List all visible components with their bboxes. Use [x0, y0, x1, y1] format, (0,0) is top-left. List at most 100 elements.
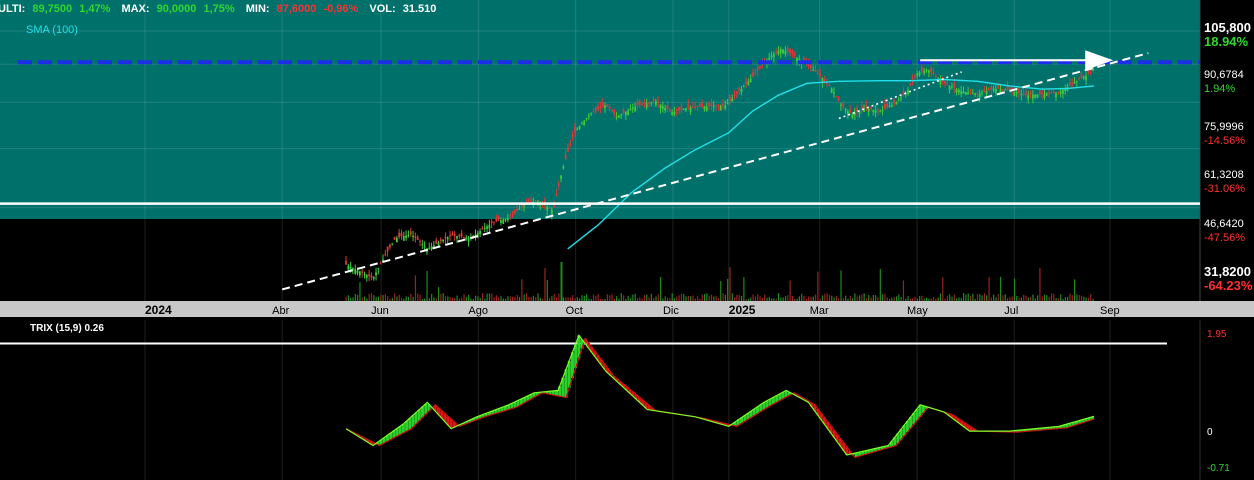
volume-bar	[629, 298, 632, 301]
candle-body	[731, 98, 734, 102]
candle-body	[592, 111, 595, 113]
volume-bar	[988, 277, 990, 301]
volume-bar	[787, 295, 789, 301]
volume-bar	[509, 296, 511, 301]
volume-bar	[1018, 297, 1020, 301]
volume-bar	[414, 275, 417, 301]
volume-bar	[579, 298, 581, 301]
volume-bar	[657, 294, 659, 301]
candle-body	[1057, 91, 1060, 93]
volume-bar	[814, 294, 817, 301]
volume-bar	[493, 297, 495, 301]
candle-body	[918, 72, 921, 76]
volume-bar	[1023, 294, 1025, 301]
price-tick-pct: 1.94%	[1204, 83, 1235, 95]
volume-bar	[417, 293, 419, 301]
candle-body	[606, 104, 609, 107]
volume-bar	[879, 269, 881, 301]
volume-bar	[1080, 295, 1083, 301]
volume-bar	[616, 296, 618, 301]
candle-body	[902, 91, 905, 96]
candle-body	[874, 110, 877, 113]
volume-bar	[678, 295, 680, 301]
candle-body	[419, 241, 421, 243]
date-tick-label: 2025	[729, 303, 756, 317]
volume-bar	[932, 297, 935, 301]
volume-bar	[740, 296, 743, 301]
volume-bar	[463, 294, 465, 301]
volume-bar	[470, 298, 472, 301]
candle-body	[527, 199, 530, 203]
volume-bar	[1048, 296, 1050, 301]
candle-body	[976, 93, 979, 95]
candle-body	[497, 216, 500, 221]
candle-body	[747, 81, 750, 86]
candle-body	[488, 224, 491, 229]
volume-bar	[398, 294, 400, 301]
candle-body	[587, 115, 590, 117]
date-tick-label: Abr	[272, 305, 289, 317]
date-tick-label: May	[907, 305, 928, 317]
volume-bar	[976, 294, 979, 301]
volume-bar	[967, 293, 969, 301]
candle-body	[594, 107, 597, 111]
candle-body	[423, 246, 426, 248]
volume-bar	[1002, 295, 1004, 301]
candle-body	[645, 103, 648, 108]
volume-bar	[826, 293, 828, 301]
candle-body	[428, 247, 431, 249]
candle-body	[883, 103, 886, 109]
candle-body	[537, 200, 539, 202]
candle-body	[833, 92, 835, 94]
candle-body	[585, 117, 588, 119]
volume-bar	[602, 298, 604, 301]
volume-bar	[877, 297, 879, 301]
volume-bar	[511, 296, 514, 301]
price-tick-label: 46,6420	[1204, 218, 1244, 230]
price-tick-pct: -14.56%	[1204, 135, 1245, 147]
volume-bar	[1076, 294, 1078, 301]
volume-bar	[576, 297, 578, 301]
candle-body	[680, 106, 683, 110]
date-tick-label: Sep	[1100, 305, 1120, 317]
volume-bar	[581, 295, 583, 301]
volume-bar	[724, 294, 726, 301]
volume-bar	[1025, 295, 1027, 301]
candle-body	[379, 263, 382, 265]
volume-bar	[849, 295, 851, 301]
candle-body	[920, 67, 923, 72]
candle-body	[888, 105, 891, 107]
volume-bar	[925, 297, 928, 301]
volume-bar	[514, 296, 516, 301]
candle-body	[812, 69, 815, 71]
candle-body	[673, 111, 676, 115]
candle-body	[1062, 89, 1064, 94]
candle-body	[636, 101, 639, 106]
volume-bar	[775, 298, 777, 301]
volume-bar	[560, 262, 563, 301]
candle-body	[414, 236, 417, 238]
volume-bar	[599, 298, 602, 301]
volume-bar	[495, 295, 498, 301]
candle-body	[712, 105, 715, 107]
volume-bar	[407, 296, 410, 301]
volume-bar	[983, 293, 986, 301]
volume-bar	[734, 297, 736, 301]
candle-body	[608, 106, 611, 109]
price-lower-bg	[0, 219, 1200, 301]
candle-body	[756, 66, 759, 71]
candle-body	[745, 81, 747, 84]
volume-bar	[405, 296, 407, 301]
candle-body	[729, 96, 731, 101]
trix-signal-line	[345, 337, 1095, 459]
candle-body	[567, 147, 569, 152]
volume-bar	[606, 294, 609, 301]
volume-bar	[551, 295, 553, 301]
candle-body	[1050, 92, 1053, 94]
volume-bar	[759, 296, 761, 301]
candle-body	[506, 217, 509, 221]
candle-body	[467, 237, 470, 242]
candle-body	[345, 260, 347, 265]
volume-bar	[907, 296, 909, 301]
candle-body	[770, 55, 773, 58]
